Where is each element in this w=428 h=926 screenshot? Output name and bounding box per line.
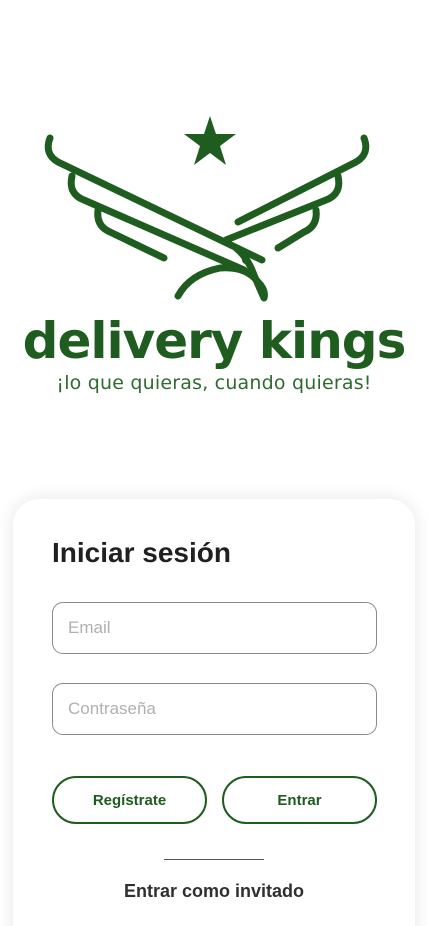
eagle-star-icon — [44, 116, 370, 302]
brand-logo: delivery kings ¡lo que quieras, cuando q… — [0, 100, 428, 410]
login-card: Iniciar sesión Regístrate Entrar Entrar … — [13, 499, 415, 926]
brand-tagline: ¡lo que quieras, cuando quieras! — [56, 372, 372, 394]
guest-login-link[interactable]: Entrar como invitado — [13, 881, 415, 902]
divider — [164, 859, 264, 860]
password-field[interactable] — [52, 683, 377, 735]
brand-name: delivery kings — [22, 312, 407, 370]
register-button[interactable]: Regístrate — [52, 776, 207, 824]
login-screen: delivery kings ¡lo que quieras, cuando q… — [0, 0, 428, 926]
email-field[interactable] — [52, 602, 377, 654]
enter-button[interactable]: Entrar — [222, 776, 377, 824]
page-title: Iniciar sesión — [52, 537, 231, 568]
